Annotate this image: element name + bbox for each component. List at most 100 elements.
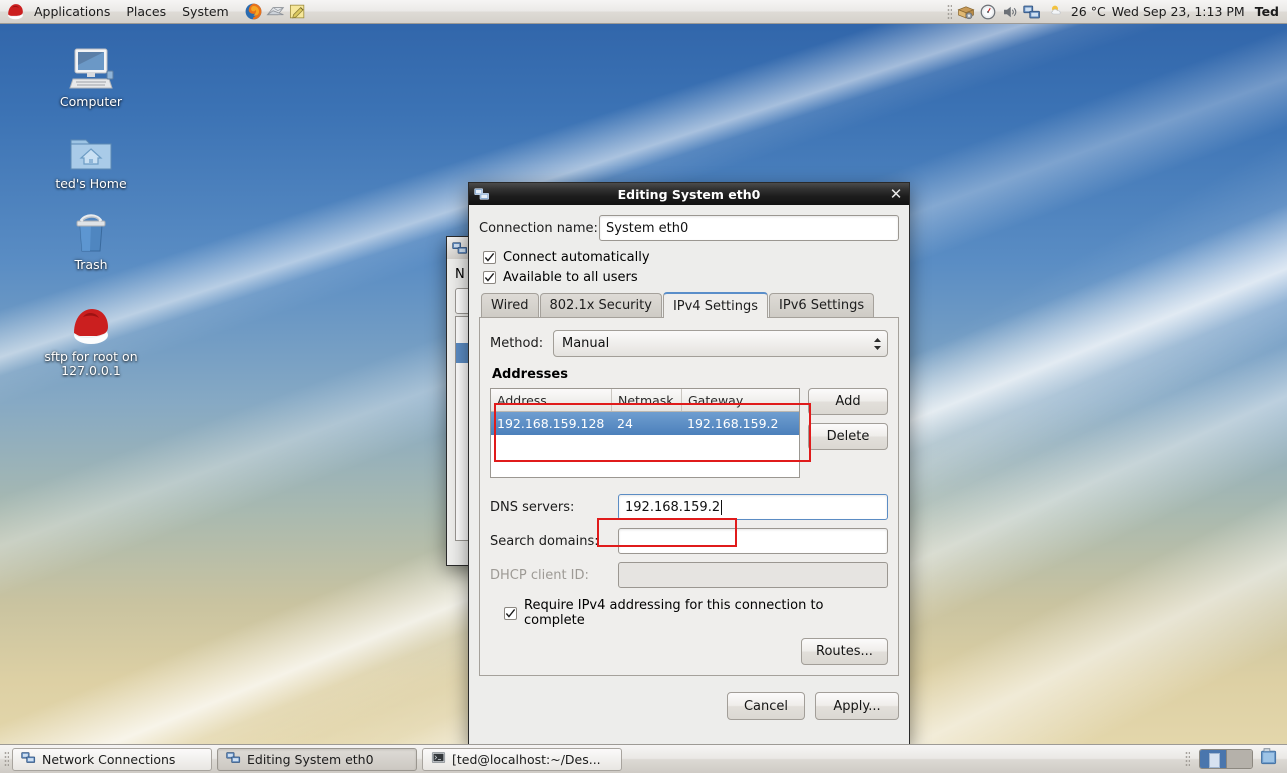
addresses-header-row: Address Netmask Gateway [491, 389, 799, 412]
system-monitor-icon[interactable] [977, 1, 999, 23]
desktop-icon-label: sftp for root on 127.0.0.1 [31, 350, 151, 378]
desktop-icon-label: Trash [72, 258, 109, 272]
network-icon [473, 185, 491, 203]
connection-name-label: Connection name: [479, 221, 599, 236]
column-header-gateway[interactable]: Gateway [681, 389, 799, 411]
checkbox-checked-icon [483, 271, 496, 284]
datetime-label: Wed Sep 23, 1:13 PM [1112, 4, 1245, 19]
taskbar-right-section [1185, 747, 1283, 771]
user-menu[interactable]: Ted [1255, 4, 1279, 19]
panel-grip [947, 4, 952, 20]
dhcp-client-id-label: DHCP client ID: [490, 568, 618, 583]
connection-name-row: Connection name: System eth0 [479, 215, 899, 241]
home-folder-icon [31, 124, 151, 174]
routes-row: Routes... [490, 638, 888, 665]
trash-icon [31, 205, 151, 255]
network-monitor-icon[interactable] [1021, 1, 1043, 23]
cancel-button[interactable]: Cancel [727, 692, 805, 720]
tab-ipv4-settings[interactable]: IPv4 Settings [663, 292, 768, 318]
workspace-1[interactable] [1200, 750, 1226, 768]
addresses-buttons: Add Delete [808, 388, 888, 478]
cell-netmask[interactable]: 24 [611, 412, 681, 435]
show-desktop-icon[interactable] [1259, 747, 1279, 771]
dhcp-client-id-input [618, 562, 888, 588]
menu-applications[interactable]: Applications [26, 2, 118, 22]
tab-strip: Wired 802.1x Security IPv4 Settings IPv6… [479, 291, 899, 317]
table-row[interactable]: 192.168.159.128 24 192.168.159.2 [491, 412, 799, 435]
menu-places[interactable]: Places [118, 2, 174, 22]
panel-left-section: Applications Places System [0, 0, 309, 23]
computer-icon [31, 42, 151, 92]
desktop-icon-label: Computer [58, 95, 124, 109]
dialog-title: Editing System eth0 [469, 187, 909, 202]
taskbar-item-label: Editing System eth0 [247, 752, 374, 767]
method-value: Manual [562, 336, 609, 351]
connect-automatically-checkbox[interactable]: Connect automatically [483, 250, 899, 265]
volume-icon[interactable] [999, 1, 1021, 23]
close-icon[interactable]: ✕ [887, 185, 905, 203]
require-ipv4-checkbox[interactable]: Require IPv4 addressing for this connect… [504, 598, 888, 628]
workspace-switcher[interactable] [1199, 749, 1253, 769]
search-domains-row: Search domains: [490, 528, 888, 554]
apply-button[interactable]: Apply... [815, 692, 899, 720]
checkbox-checked-icon [504, 607, 517, 620]
partly-cloudy-icon [1049, 2, 1065, 21]
add-button[interactable]: Add [808, 388, 888, 415]
cell-address[interactable]: 192.168.159.128 [491, 412, 611, 435]
redhat-menu-icon[interactable] [4, 1, 26, 23]
network-icon [21, 750, 36, 768]
tab-wired[interactable]: Wired [481, 293, 539, 317]
search-domains-input[interactable] [618, 528, 888, 554]
dialog-content: Connection name: System eth0 Connect aut… [469, 205, 909, 720]
chevron-updown-icon [869, 337, 885, 351]
require-ipv4-label: Require IPv4 addressing for this connect… [524, 598, 888, 628]
column-header-netmask[interactable]: Netmask [611, 389, 681, 411]
connection-name-input[interactable]: System eth0 [599, 215, 899, 241]
addresses-title: Addresses [492, 367, 888, 382]
text-caret [721, 500, 722, 515]
taskbar-grip [4, 751, 9, 767]
method-combobox[interactable]: Manual [553, 330, 888, 357]
desktop-icon-sftp[interactable]: sftp for root on 127.0.0.1 [31, 297, 151, 378]
network-icon [226, 750, 241, 768]
connect-automatically-label: Connect automatically [503, 250, 650, 265]
menu-system[interactable]: System [174, 2, 237, 22]
top-panel: Applications Places System [0, 0, 1287, 24]
taskbar-item-terminal[interactable]: [ted@localhost:~/Des... [422, 748, 622, 771]
panel-right-section: 26 °C Wed Sep 23, 1:13 PM Ted [947, 0, 1287, 23]
dns-servers-label: DNS servers: [490, 500, 618, 515]
settings-notebook: Wired 802.1x Security IPv4 Settings IPv6… [479, 291, 899, 676]
available-to-all-users-label: Available to all users [503, 270, 638, 285]
addresses-area: Address Netmask Gateway 192.168.159.128 … [490, 388, 888, 478]
redhat-icon [31, 297, 151, 347]
workspace-switcher-grip [1185, 751, 1190, 767]
routes-button[interactable]: Routes... [801, 638, 888, 665]
search-domains-label: Search domains: [490, 534, 618, 549]
delete-button[interactable]: Delete [808, 423, 888, 450]
desktop-icon-home[interactable]: ted's Home [31, 124, 151, 191]
checkbox-checked-icon [483, 251, 496, 264]
firefox-icon[interactable] [243, 1, 265, 23]
taskbar-item-network-connections[interactable]: Network Connections [12, 748, 212, 771]
dialog-titlebar[interactable]: Editing System eth0 ✕ [469, 183, 909, 205]
gedit-icon[interactable] [287, 1, 309, 23]
desktop-icon-computer[interactable]: Computer [31, 42, 151, 109]
editing-connection-dialog[interactable]: Editing System eth0 ✕ Connection name: S… [468, 182, 910, 745]
temperature-label: 26 °C [1071, 4, 1106, 19]
method-label: Method: [490, 336, 553, 351]
clock-area[interactable]: 26 °C Wed Sep 23, 1:13 PM [1049, 2, 1245, 21]
workspace-2[interactable] [1226, 750, 1252, 768]
tab-8021x-security[interactable]: 802.1x Security [540, 293, 662, 317]
package-updater-icon[interactable] [955, 1, 977, 23]
dialog-action-bar: Cancel Apply... [479, 692, 899, 720]
taskbar-item-editing-system-eth0[interactable]: Editing System eth0 [217, 748, 417, 771]
tab-ipv6-settings[interactable]: IPv6 Settings [769, 293, 874, 317]
evolution-mail-icon[interactable] [265, 1, 287, 23]
method-row: Method: Manual [490, 330, 888, 357]
available-to-all-users-checkbox[interactable]: Available to all users [483, 270, 899, 285]
column-header-address[interactable]: Address [491, 389, 611, 411]
addresses-table[interactable]: Address Netmask Gateway 192.168.159.128 … [490, 388, 800, 478]
dns-servers-input[interactable]: 192.168.159.2 [618, 494, 888, 520]
desktop-icon-trash[interactable]: Trash [31, 205, 151, 272]
cell-gateway[interactable]: 192.168.159.2 [681, 412, 799, 435]
